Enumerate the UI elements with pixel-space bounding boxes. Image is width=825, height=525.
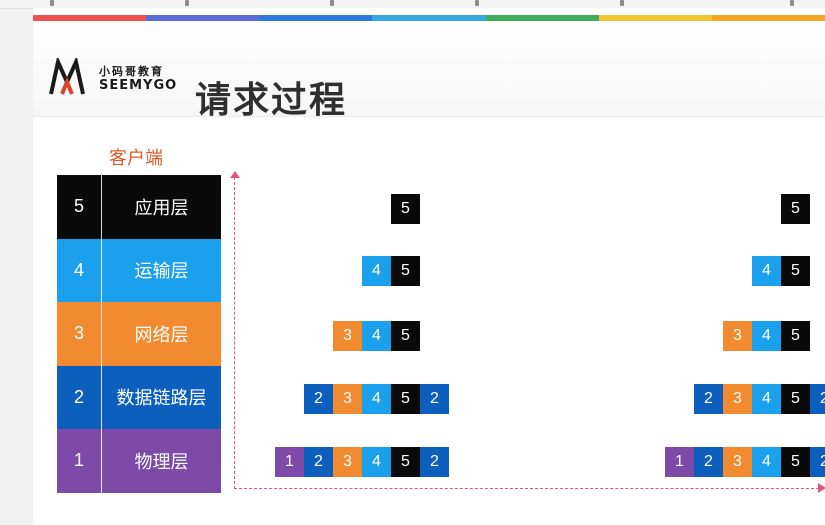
packet-cell: 2 [304,384,333,414]
packet-cell: 3 [333,384,362,414]
packet-cell: 3 [333,321,362,351]
layer-number: 2 [57,365,102,429]
toolbar-mark-icon [330,0,334,6]
packet-stack-right: 45 [752,256,810,286]
packet-cell: 4 [362,447,391,477]
arrow-up-icon [230,171,240,178]
logo-mark-icon [49,55,85,95]
packet-cell: 4 [362,384,391,414]
page-title: 请求过程 [195,79,348,120]
packet-cell: 2 [304,447,333,477]
layer-row: 2 数据链路层 [57,365,221,429]
slide: 小码哥教育 SEEMYGO 请求过程 客户端 5 应用层 4 运输层 3 网络层 2 数据链路… [33,8,825,525]
layer-number: 4 [57,238,102,302]
client-label: 客户端 [109,148,163,168]
layer-row: 5 应用层 [57,175,221,239]
packet-stack-left: 5 [391,194,420,224]
packet-cell: 4 [752,384,781,414]
packet-stack-right: 5 [781,194,810,224]
layer-row: 3 网络层 [57,302,221,366]
toolbar-mark-icon [790,0,794,6]
packet-cell: 2 [694,447,723,477]
packet-cell: 2 [694,384,723,414]
packet-cell: 4 [752,256,781,286]
packet-stack-left: 45 [362,256,420,286]
layer-number: 5 [57,175,102,239]
toolbar-mark-icon [50,0,54,6]
toolbar-mark-icon [620,0,624,6]
layer-number: 1 [57,429,102,493]
layer-name: 应用层 [134,197,189,218]
layer-table: 5 应用层 4 运输层 3 网络层 2 数据链路层 1 物理层 [57,175,221,493]
arrow-right-icon [818,483,825,493]
packet-cell: 2 [810,384,825,414]
layer-row: 4 运输层 [57,238,221,302]
packet-cell: 5 [391,384,420,414]
packet-stack-left: 345 [333,321,420,351]
packet-stack-right: 345 [723,321,810,351]
packet-cell: 4 [362,321,391,351]
packet-cell: 5 [391,256,420,286]
packet-cell: 2 [420,447,449,477]
toolbar-mark-icon [185,0,189,6]
packet-stack-left: 23452 [304,384,449,414]
packet-cell: 2 [420,384,449,414]
packet-cell: 2 [810,447,825,477]
packet-stack-left: 123452 [275,447,449,477]
layer-name: 运输层 [134,261,189,282]
logo-english-text: SEEMYGO [99,78,178,93]
packet-cell: 4 [752,447,781,477]
logo-chinese-text: 小码哥教育 [99,66,164,78]
seemygo-logo: 小码哥教育 SEEMYGO [49,55,179,102]
packet-cell: 5 [781,256,810,286]
packet-cell: 5 [781,194,810,224]
toolbar-mark-icon [475,0,479,6]
packet-cell: 5 [781,384,810,414]
packet-cell: 1 [275,447,304,477]
layer-row: 1 物理层 [57,429,221,493]
layer-name: 物理层 [134,451,189,472]
packet-cell: 1 [665,447,694,477]
packet-cell: 3 [723,321,752,351]
packet-cell: 3 [723,447,752,477]
slide-header: 小码哥教育 SEEMYGO 请求过程 [33,21,825,120]
packet-stack-right: 23452 [694,384,825,414]
layer-number: 3 [57,302,102,366]
packet-cell: 5 [391,447,420,477]
packet-cell: 4 [752,321,781,351]
packet-cell: 5 [781,447,810,477]
packet-cell: 5 [391,194,420,224]
layer-name: 数据链路层 [116,388,207,409]
packet-cell: 4 [362,256,391,286]
layer-name: 网络层 [134,324,189,345]
packet-stack-right: 123452 [665,447,825,477]
packet-cell: 3 [723,384,752,414]
packet-cell: 5 [391,321,420,351]
packet-cell: 3 [333,447,362,477]
packet-cell: 5 [781,321,810,351]
